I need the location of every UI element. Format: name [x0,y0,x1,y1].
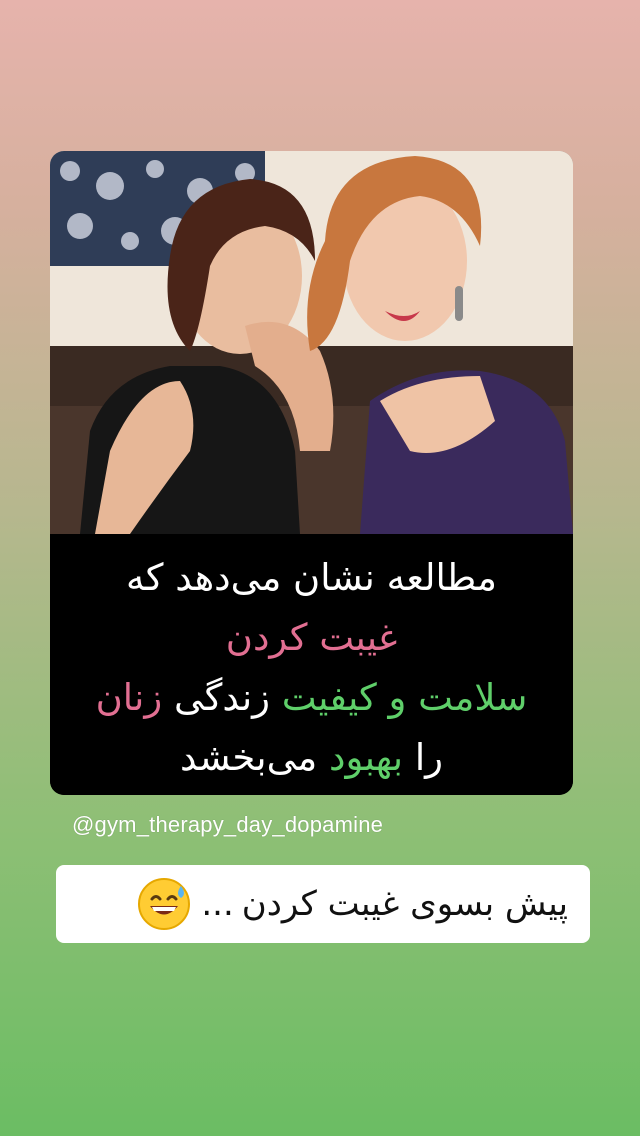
caption-line-4-white-b: می‌بخشد [179,736,329,779]
caption-line-3-green: سلامت و کیفیت [281,676,528,719]
caption-line-3: سلامت و کیفیت زندگی زنان [50,672,573,724]
username-mention[interactable]: @gym_therapy_day_dopamine [72,812,383,838]
sticker-text: پیش بسوی غیبت کردن [241,884,568,924]
caption-line-3-white: زندگی [162,676,282,719]
story-card: مطالعه نشان می‌دهد که غیبت کردن سلامت و … [50,151,573,795]
caption-line-2: غیبت کردن [50,612,573,664]
caption-line-4-green: بهبود [329,736,404,779]
caption-line-2-text: غیبت کردن [225,616,398,659]
grinning-sweat-icon [138,878,191,930]
caption-line-1: مطالعه نشان می‌دهد که [50,552,573,604]
caption-line-4: را بهبود می‌بخشد [50,732,573,784]
caption-line-1-text: مطالعه نشان می‌دهد که [126,556,497,599]
caption-line-3-pink: زنان [95,676,163,719]
caption-block: مطالعه نشان می‌دهد که غیبت کردن سلامت و … [50,534,573,795]
sticker-dots: ... [201,884,234,924]
text-sticker[interactable]: پیش بسوی غیبت کردن ... [56,865,590,943]
caption-line-4-white-a: را [403,736,444,779]
story-photo [50,151,573,534]
